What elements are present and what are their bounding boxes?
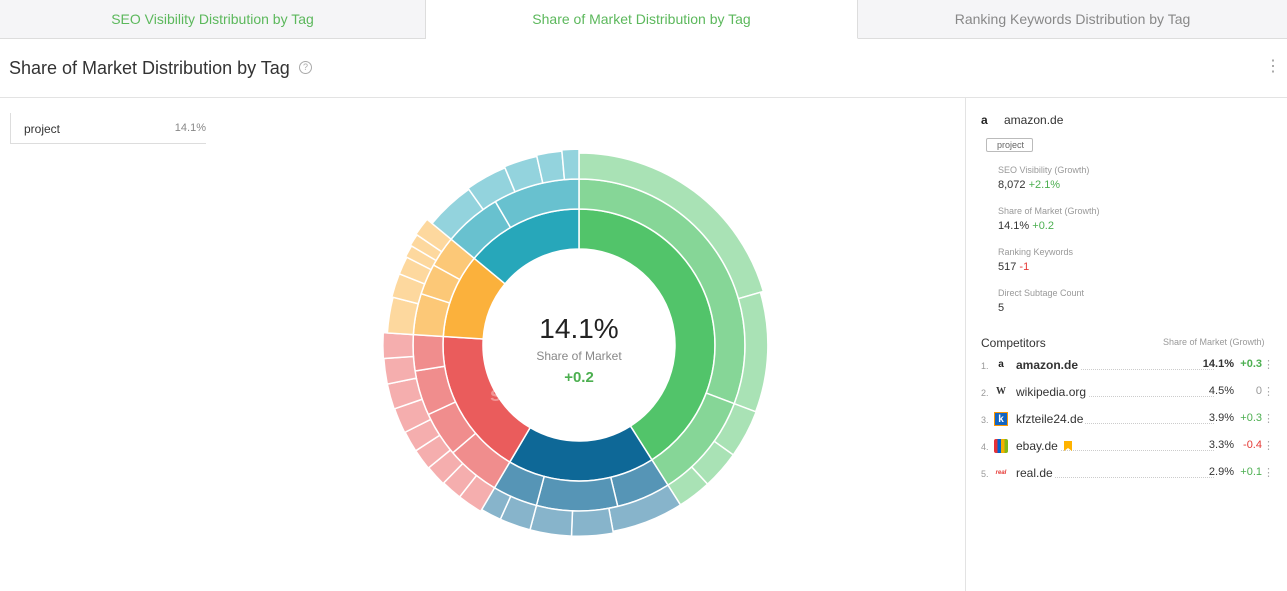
competitor-name[interactable]: kfzteile24.de — [1016, 412, 1086, 426]
metric-growth: -1 — [1019, 261, 1030, 273]
sunburst-subsegment-red[interactable] — [412, 333, 446, 372]
center-share-value: 14.1% — [539, 313, 619, 344]
panel-header: Share of Market Distribution by Tag ? ⋮ — [0, 39, 1287, 98]
tag-share: 14.1% — [174, 122, 206, 134]
competitor-row[interactable]: 2. W wikipedia.org 4.5% 0 ⋮ — [981, 385, 1274, 401]
amazon-logo-icon: a — [981, 113, 988, 127]
metric-value-row: 517 -1 — [998, 261, 1073, 273]
competitor-growth: +0.3 — [1240, 358, 1262, 370]
center-share-growth: +0.2 — [564, 369, 594, 386]
more-options-icon[interactable]: ⋮ — [1265, 57, 1281, 77]
competitor-growth: +0.3 — [1240, 412, 1262, 424]
sunburst-subsegment-blue[interactable] — [535, 475, 619, 512]
competitor-share: 14.1% — [1202, 358, 1234, 370]
watermark-text: searchmetrics — [490, 384, 633, 406]
sunburst-leaf-red[interactable] — [382, 331, 415, 360]
competitor-row[interactable]: 3. k kfzteile24.de 3.9% +0.3 ⋮ — [981, 412, 1274, 428]
center-share-label: Share of Market — [536, 349, 622, 363]
row-menu-icon[interactable]: ⋮ — [1263, 466, 1274, 479]
competitor-growth: 0 — [1255, 385, 1262, 397]
row-menu-icon[interactable]: ⋮ — [1263, 439, 1274, 452]
metric-subtag-count: Direct Subtage Count 5 — [998, 288, 1084, 314]
competitor-share: 2.9% — [1208, 466, 1234, 478]
competitor-row[interactable]: 5. real real.de 2.9% +0.1 ⋮ — [981, 466, 1274, 482]
metric-label: Ranking Keywords — [998, 247, 1074, 257]
tag-list-item[interactable]: project 14.1% — [10, 113, 206, 144]
real-icon: real — [995, 470, 1007, 476]
kfzteile24-icon: k — [994, 412, 1008, 426]
sunburst-leaf-teal[interactable] — [560, 148, 580, 181]
tab-ranking-keywords[interactable]: Ranking Keywords Distribution by Tag — [858, 0, 1287, 39]
metric-value-row: 14.1% +0.2 — [998, 220, 1100, 232]
ebay-icon — [994, 439, 1008, 453]
metric-share-of-market: Share of Market (Growth) 14.1% +0.2 — [998, 206, 1100, 232]
competitor-share: 3.9% — [1208, 412, 1234, 424]
metric-ranking-keywords: Ranking Keywords 517 -1 — [998, 247, 1073, 273]
metric-value: 5 — [998, 302, 1005, 314]
competitor-rank: 5. — [981, 469, 989, 479]
metric-value: 14.1% — [998, 220, 1030, 232]
competitor-name[interactable]: real.de — [1016, 466, 1055, 480]
chart-center-summary: 14.1% Share of Market +0.2 — [479, 313, 679, 386]
competitor-share: 4.5% — [1208, 385, 1234, 397]
competitor-growth: -0.4 — [1243, 439, 1262, 451]
help-icon[interactable]: ? — [299, 61, 312, 74]
competitor-rank: 3. — [981, 415, 989, 425]
metric-label: Share of Market (Growth) — [998, 206, 1100, 216]
competitor-rank: 1. — [981, 361, 989, 371]
metric-value-row: 8,072 +2.1% — [998, 179, 1089, 191]
competitors-column-label: Share of Market (Growth) — [1163, 337, 1265, 347]
row-menu-icon[interactable]: ⋮ — [1263, 412, 1274, 425]
tab-seo-visibility[interactable]: SEO Visibility Distribution by Tag — [0, 0, 426, 39]
competitor-rank: 2. — [981, 388, 989, 398]
competitor-growth: +0.1 — [1240, 466, 1262, 478]
metric-value: 8,072 — [998, 179, 1026, 191]
wikipedia-icon: W — [996, 386, 1006, 397]
metric-growth: +2.1% — [1028, 179, 1061, 191]
tab-bar: SEO Visibility Distribution by Tag Share… — [0, 0, 1287, 39]
tag-name: project — [24, 122, 61, 136]
row-menu-icon[interactable]: ⋮ — [1263, 385, 1274, 398]
selected-tag-badge: project — [986, 138, 1034, 152]
metric-value-row: 5 — [998, 302, 1084, 314]
metric-growth: +0.2 — [1032, 220, 1054, 232]
row-menu-icon[interactable]: ⋮ — [1263, 358, 1274, 371]
metric-value: 517 — [998, 261, 1017, 273]
selected-domain: amazon.de — [1004, 113, 1064, 127]
competitor-name[interactable]: ebay.de — [1016, 439, 1060, 453]
metric-seo-visibility: SEO Visibility (Growth) 8,072 +2.1% — [998, 165, 1089, 191]
page-title: Share of Market Distribution by Tag — [9, 58, 290, 78]
competitor-share: 3.3% — [1208, 439, 1234, 451]
competitors-title: Competitors — [981, 336, 1046, 350]
tab-share-of-market[interactable]: Share of Market Distribution by Tag — [426, 0, 858, 39]
metric-label: SEO Visibility (Growth) — [998, 165, 1090, 175]
sunburst-leaf-blue[interactable] — [570, 507, 615, 537]
competitor-name[interactable]: wikipedia.org — [1016, 385, 1089, 399]
competitor-row[interactable]: 4. ebay.de 3.3% -0.4 ⋮ — [981, 439, 1274, 455]
metric-label: Direct Subtage Count — [998, 288, 1085, 298]
sunburst-leaf-blue[interactable] — [529, 504, 574, 537]
panel-divider — [965, 98, 966, 591]
competitor-row[interactable]: 1. a amazon.de 14.1% +0.3 ⋮ — [981, 358, 1274, 374]
amazon-icon: a — [998, 359, 1004, 370]
competitor-rank: 4. — [981, 442, 989, 452]
competitor-name[interactable]: amazon.de — [1016, 358, 1081, 372]
